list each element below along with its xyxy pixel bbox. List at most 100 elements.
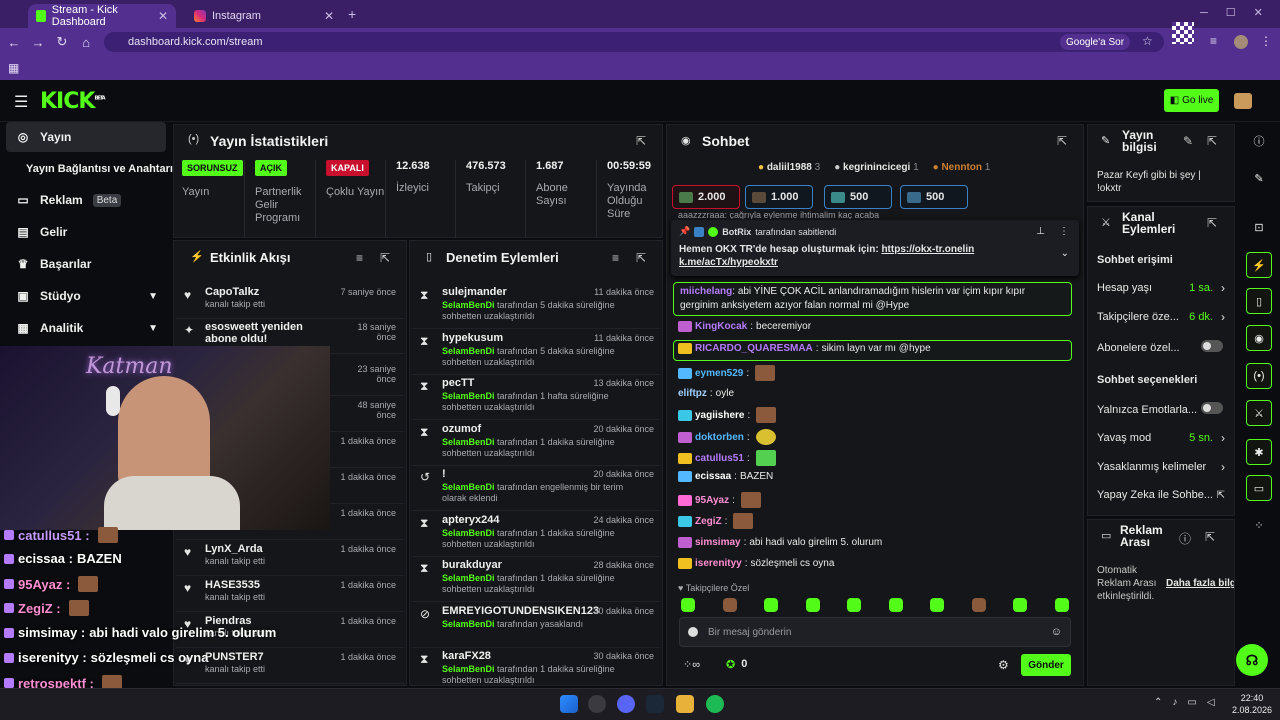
- document-icon[interactable]: ▯: [1246, 288, 1272, 314]
- folder-icon[interactable]: [676, 695, 694, 713]
- discord-icon[interactable]: [617, 695, 635, 713]
- chat-username[interactable]: doktorben: [695, 432, 744, 443]
- ai-chat-row[interactable]: Yapay Zeka ile Sohbe... ⇱: [1097, 489, 1225, 501]
- user-avatar[interactable]: [1234, 93, 1252, 109]
- chat-input[interactable]: Bir mesaj gönderin ☺: [679, 617, 1071, 647]
- edit-icon[interactable]: ✎: [1246, 165, 1272, 191]
- moderator-name[interactable]: SelamBenDi: [442, 437, 495, 447]
- tray-icons[interactable]: ⌃♪▭◁: [1154, 697, 1225, 708]
- moderator-name[interactable]: SelamBenDi: [442, 300, 495, 310]
- new-tab-icon[interactable]: +: [348, 6, 356, 22]
- profile-avatar[interactable]: [1234, 35, 1248, 49]
- chat-message[interactable]: 95Ayaz:: [678, 492, 761, 508]
- broadcast-icon[interactable]: (•): [1246, 363, 1272, 389]
- activity-row[interactable]: ♥ HASE3535 kanalı takip etti 1 dakika önce: [176, 576, 404, 612]
- apps-grid-icon[interactable]: ▦: [8, 61, 19, 75]
- emote-icon[interactable]: [681, 598, 695, 612]
- moderation-row[interactable]: ⧗ sulejmander 11 dakika önce SelamBenDi tar…: [412, 283, 660, 329]
- chat-message[interactable]: miichelang: abi YİNE ÇOK ACİL anlandıram…: [680, 285, 1065, 313]
- moderation-row[interactable]: ⧗ pecTT 13 dakika önce SelamBenDi tarafında…: [412, 374, 660, 420]
- followers-only-row[interactable]: Takipçilere öze... 6 dk. ›: [1097, 310, 1225, 324]
- emote-icon[interactable]: [722, 598, 737, 612]
- kicks-pill-2[interactable]: 1.000: [745, 185, 813, 209]
- emote-icon[interactable]: [764, 598, 778, 612]
- support-headset-icon[interactable]: ☊: [1236, 644, 1268, 676]
- activity-row[interactable]: ♥ LynX_Arda kanalı takip etti 1 dakika önce: [176, 540, 404, 576]
- activity-row[interactable]: ♥ PUNSTER7 kanalı takip etti 1 dakika önce: [176, 648, 404, 684]
- subs-only-row[interactable]: Abonelere özel...: [1097, 340, 1225, 354]
- chat-message[interactable]: eymen529:: [678, 365, 776, 381]
- community-icon[interactable]: ⁘: [1246, 512, 1272, 538]
- sidebar-item-gelir[interactable]: ▤ Gelir: [6, 217, 166, 247]
- activity-row[interactable]: ♥ CapoTalkz kanalı takip etti 7 saniye önce: [176, 283, 404, 319]
- scan-icon[interactable]: ⊡: [1246, 214, 1272, 240]
- emoji-icon[interactable]: ☺: [1051, 626, 1062, 638]
- home-icon[interactable]: ⌂: [76, 35, 96, 50]
- kicks-pill-4[interactable]: 500: [900, 185, 968, 209]
- sword-icon[interactable]: ⚔: [1246, 400, 1272, 426]
- info-icon[interactable]: ⓘ: [1179, 530, 1191, 547]
- chat-message[interactable]: ZegiZ:: [678, 513, 754, 529]
- popout-icon[interactable]: ⇱: [1207, 134, 1217, 148]
- chat-bubble-icon[interactable]: ◉: [1246, 325, 1272, 351]
- gifter-2[interactable]: ● kegrinincicegi 1: [834, 162, 918, 173]
- close-tab-icon[interactable]: ✕: [158, 9, 168, 23]
- url-field[interactable]: dashboard.kick.com/stream: [104, 32, 1164, 52]
- clock[interactable]: 22:40 2.08.2026: [1232, 692, 1272, 716]
- account-age-row[interactable]: Hesap yaşı 1 sa. ›: [1097, 281, 1225, 295]
- kick-logo[interactable]: KICKBETA: [40, 89, 106, 114]
- emotes-only-toggle[interactable]: [1201, 402, 1223, 414]
- google-ask-button[interactable]: Google'a Sor: [1060, 34, 1131, 50]
- popout-icon[interactable]: ⇱: [1205, 530, 1215, 544]
- chat-username[interactable]: iserenityy: [695, 558, 742, 569]
- hamburger-icon[interactable]: ☰: [14, 92, 28, 112]
- menu-lines-icon[interactable]: ≡: [1210, 34, 1217, 48]
- emote-icon[interactable]: [1013, 598, 1027, 612]
- moderator-name[interactable]: SelamBenDi: [442, 391, 495, 401]
- kicks-pill-1[interactable]: 2.000: [672, 185, 740, 209]
- chat-message[interactable]: ecissaa: BAZEN: [678, 471, 773, 482]
- gifter-3[interactable]: ● Nennton 1: [933, 162, 991, 173]
- chat-message[interactable]: simsimay: abi hadi valo girelim 5. oluru…: [678, 537, 882, 548]
- chat-message[interactable]: KingKocak: beceremiyor: [678, 321, 811, 332]
- tab-instagram[interactable]: Instagram ✕: [186, 4, 342, 28]
- gifter-1[interactable]: ● daliil1988 3: [758, 162, 820, 173]
- chat-username[interactable]: RICARDO_QUARESMAA: [695, 343, 813, 354]
- settings-gear-icon[interactable]: ⚙: [998, 658, 1009, 672]
- reload-icon[interactable]: ↻: [52, 34, 72, 50]
- sidebar-item-studyo[interactable]: ▣ Stüdyo ▼: [6, 281, 166, 311]
- emote-icon[interactable]: [930, 598, 944, 612]
- chat-message[interactable]: yagiishere:: [678, 407, 777, 423]
- sidebar-item-reklam[interactable]: ▭ Reklam Beta: [6, 185, 166, 215]
- filter-icon[interactable]: ≡: [356, 251, 363, 265]
- popout-icon[interactable]: ⇱: [1057, 134, 1067, 148]
- chrome-icon[interactable]: [588, 695, 606, 713]
- moderation-row[interactable]: ⧗ hypekusum 11 dakika önce SelamBenDi taraf…: [412, 329, 660, 375]
- more-icon[interactable]: ⋮: [1059, 226, 1069, 237]
- back-icon[interactable]: ←: [4, 35, 24, 50]
- chat-message[interactable]: RICARDO_QUARESMAA: sikim layn var mı @hy…: [678, 343, 931, 354]
- info-icon[interactable]: ⓘ: [1246, 128, 1272, 154]
- sidebar-item-basarilar[interactable]: ♛ Başarılar: [6, 249, 166, 279]
- sidebar-item-stream-key[interactable]: Yayın Bağlantısı ve Anahtarı: [16, 154, 176, 184]
- windows-start-icon[interactable]: [560, 695, 578, 713]
- chat-username[interactable]: eymen529: [695, 368, 743, 379]
- pin-toggle-icon[interactable]: ⊥: [1036, 226, 1045, 237]
- wrench-icon[interactable]: ✱: [1246, 439, 1272, 465]
- moderator-name[interactable]: SelamBenDi: [442, 482, 495, 492]
- extension-icon[interactable]: [1172, 22, 1194, 44]
- tab-kick-dashboard[interactable]: Stream - Kick Dashboard ✕: [28, 4, 176, 28]
- edit-icon[interactable]: ✎: [1183, 134, 1193, 148]
- moderator-name[interactable]: SelamBenDi: [442, 573, 495, 583]
- close-tab-icon[interactable]: ✕: [324, 9, 334, 23]
- moderation-row[interactable]: ⧗ apteryx244 24 dakika önce SelamBenDi tara…: [412, 511, 660, 557]
- ad-icon[interactable]: ▭: [1246, 475, 1272, 501]
- emote-icon[interactable]: [971, 598, 986, 612]
- window-controls[interactable]: ─☐✕: [1200, 6, 1280, 19]
- moderation-row[interactable]: ⧗ karaFX28 30 dakika önce SelamBenDi tarafı…: [412, 647, 660, 693]
- moderator-name[interactable]: SelamBenDi: [442, 528, 495, 538]
- chat-message[interactable]: iserenityy: sözleşmeli cs oyna: [678, 558, 834, 569]
- send-button[interactable]: Gönder: [1021, 654, 1071, 676]
- moderation-row[interactable]: ⊘ EMREYIGOTUNDENSIKEN123 30 dakika önce Sel…: [412, 602, 660, 648]
- chat-username[interactable]: eliftpz: [678, 388, 707, 399]
